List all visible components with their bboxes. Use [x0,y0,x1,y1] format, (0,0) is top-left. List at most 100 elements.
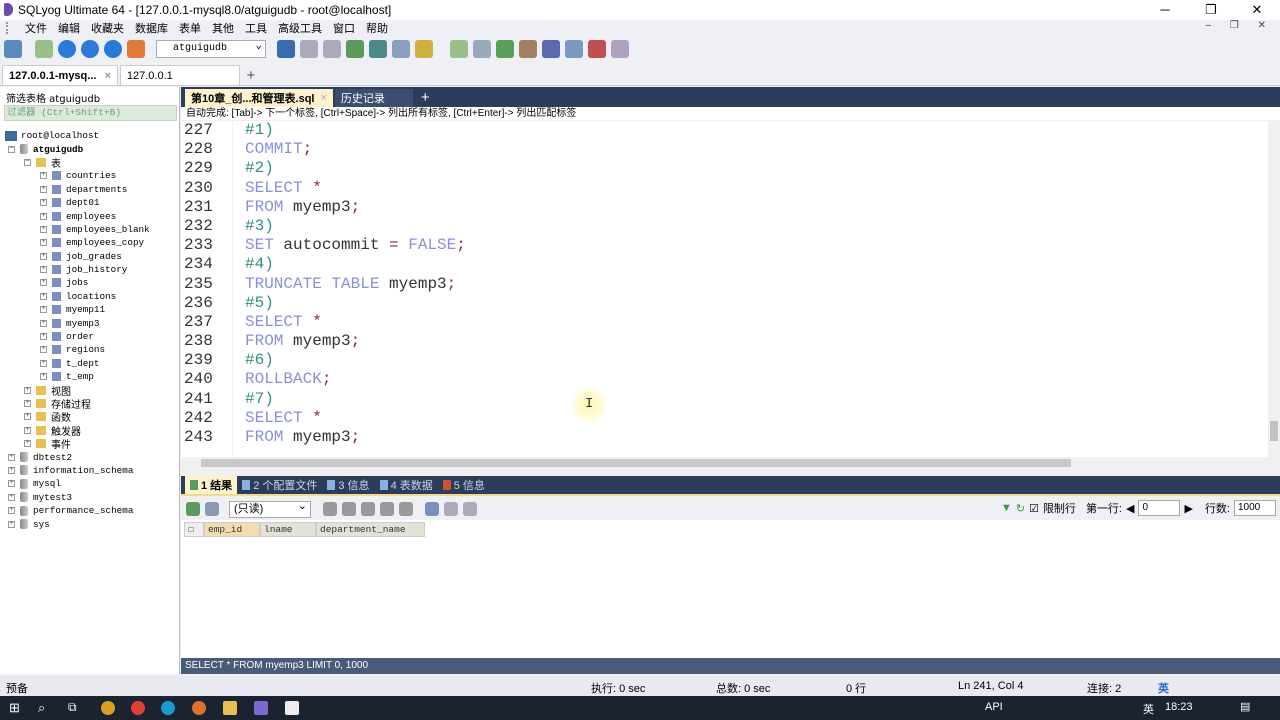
cancel-icon[interactable] [399,502,413,516]
menu-tools[interactable]: 工具 [245,20,267,36]
expand-icon[interactable]: + [24,440,31,448]
tree-table[interactable]: + jobs [0,276,178,289]
tree-table[interactable]: + departments [0,183,178,196]
menu-window[interactable]: 窗口 [333,20,355,36]
expand-icon[interactable]: + [8,507,15,515]
menu-database[interactable]: 数据库 [135,20,168,36]
sqlyog-taskbar-icon[interactable] [254,701,268,715]
tree-folder[interactable]: + 存储过程 [0,397,178,411]
expand-icon[interactable]: + [40,212,47,220]
expand-icon[interactable]: + [40,172,47,180]
compare-icon[interactable] [496,40,514,58]
tree-table[interactable]: + job_history [0,263,178,276]
menu-favorites[interactable]: 收藏夹 [91,20,124,36]
start-icon[interactable]: ⊞ [9,700,20,716]
expand-icon[interactable]: + [40,225,47,233]
tree-db[interactable]: + performance_schema [0,504,178,517]
execute-icon[interactable] [58,40,76,58]
tree-db[interactable]: + information_schema [0,464,178,477]
close-tab-icon[interactable]: × [320,92,326,104]
delete-icon[interactable] [380,502,394,516]
tab-info[interactable]: 5 信息 [438,476,490,494]
tree-folder-tables[interactable]: − 表 [0,156,178,170]
expand-icon[interactable]: + [40,292,47,300]
column-header[interactable]: lname [260,522,316,537]
expand-icon[interactable]: + [8,480,15,488]
mdi-controls[interactable]: ‒ ❐ ✕ [1206,20,1274,31]
firefox-icon[interactable] [192,701,206,715]
chrome-icon[interactable] [101,701,115,715]
menu-edit[interactable]: 编辑 [58,20,80,36]
export-icon[interactable] [205,502,219,516]
copy-db-icon[interactable] [473,40,491,58]
expand-icon[interactable]: + [40,266,47,274]
expand-icon[interactable]: + [40,359,47,367]
grid-view-icon[interactable] [425,502,439,516]
menu-table[interactable]: 表单 [179,20,201,36]
expand-icon[interactable]: + [40,333,47,341]
query-builder-icon[interactable] [392,40,410,58]
duplicate-icon[interactable] [342,502,356,516]
expand-icon[interactable]: + [40,279,47,287]
tree-table[interactable]: + job_grades [0,250,178,263]
scheduler-icon[interactable] [588,40,606,58]
new-query-tab-button[interactable]: + [421,89,430,107]
expand-icon[interactable]: + [24,426,31,434]
save-icon[interactable] [361,502,375,516]
chrome-alt-icon[interactable] [131,701,145,715]
menu-advanced-tools[interactable]: 高级工具 [278,20,322,36]
database-select[interactable]: atguigudb [156,38,266,58]
new-query-icon[interactable] [35,40,53,58]
edge-icon[interactable] [161,701,175,715]
new-connection-tab-button[interactable]: + [242,67,260,85]
ime-lang[interactable]: 英 [1143,701,1154,717]
connection-tab[interactable]: 127.0.0.1 [119,65,240,85]
search-icon[interactable]: ⌕ [38,700,45,716]
more-icon[interactable] [611,40,629,58]
tree-table[interactable]: + order [0,330,178,343]
limit-checkbox[interactable]: ☑ [1029,502,1039,515]
backup-icon[interactable] [300,40,318,58]
first-row-input[interactable]: 0 [1138,500,1181,516]
schema-icon[interactable] [127,40,145,58]
expand-icon[interactable]: + [40,239,47,247]
expand-icon[interactable]: + [40,252,47,260]
scroll-thumb[interactable] [201,459,1071,467]
clock[interactable]: 18:23 [1165,701,1193,713]
monitor-icon[interactable] [565,40,583,58]
expand-icon[interactable]: + [40,373,47,381]
sync-icon[interactable] [450,40,468,58]
tab-result[interactable]: 1 结果 [185,476,238,494]
tree-db[interactable]: + mytest3 [0,491,178,504]
key-icon[interactable] [415,40,433,58]
tree-host[interactable]: root@localhost [0,129,178,142]
refresh-icon[interactable] [104,40,122,58]
tree-table[interactable]: + countries [0,169,178,182]
tree-table[interactable]: + t_dept [0,357,178,370]
filter-icon[interactable]: ▼ [1001,502,1012,514]
tree-folder[interactable]: + 视图 [0,383,178,398]
table-icon[interactable] [369,40,387,58]
collapse-icon[interactable]: − [24,158,31,166]
expand-icon[interactable]: + [8,520,15,528]
close-button[interactable]: ✕ [1234,0,1280,20]
tree-table[interactable]: + employees_copy [0,236,178,249]
tree-table[interactable]: + dept01 [0,196,178,209]
tree-table[interactable]: + regions [0,343,178,356]
column-header[interactable]: department_name [316,522,425,537]
execute-all-icon[interactable] [81,40,99,58]
tree-folder[interactable]: + 函数 [0,410,178,424]
jobs-icon[interactable] [519,40,537,58]
tree-table[interactable]: + t_emp [0,370,178,383]
user-icon[interactable] [277,40,295,58]
ime-indicator[interactable]: 英 [1158,680,1169,696]
tree-folder[interactable]: + 触发器 [0,424,178,438]
tree-table[interactable]: + locations [0,290,178,303]
expand-icon[interactable]: + [24,400,31,407]
editor-vertical-scrollbar[interactable] [1268,121,1280,457]
refresh-icon[interactable]: ↻ [1016,502,1025,515]
expand-icon[interactable]: + [40,306,47,314]
rows-input[interactable]: 1000 [1234,500,1276,516]
prev-page-icon[interactable]: ◀ [1126,502,1134,515]
tree-db[interactable]: + mysql [0,477,178,490]
